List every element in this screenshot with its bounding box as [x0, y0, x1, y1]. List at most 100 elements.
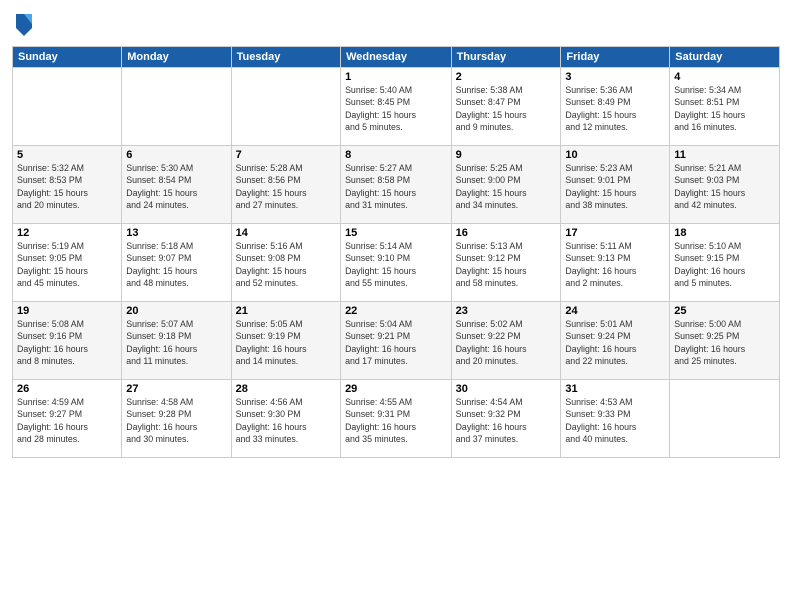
- weekday-header-monday: Monday: [122, 47, 231, 68]
- calendar-cell: 10Sunrise: 5:23 AM Sunset: 9:01 PM Dayli…: [561, 146, 670, 224]
- page-container: SundayMondayTuesdayWednesdayThursdayFrid…: [0, 0, 792, 612]
- day-info: Sunrise: 4:58 AM Sunset: 9:28 PM Dayligh…: [126, 396, 226, 445]
- day-info: Sunrise: 5:40 AM Sunset: 8:45 PM Dayligh…: [345, 84, 447, 133]
- day-info: Sunrise: 5:18 AM Sunset: 9:07 PM Dayligh…: [126, 240, 226, 289]
- day-info: Sunrise: 4:56 AM Sunset: 9:30 PM Dayligh…: [236, 396, 336, 445]
- calendar-cell: 29Sunrise: 4:55 AM Sunset: 9:31 PM Dayli…: [341, 380, 452, 458]
- calendar-cell: 27Sunrise: 4:58 AM Sunset: 9:28 PM Dayli…: [122, 380, 231, 458]
- calendar-cell: [670, 380, 780, 458]
- day-number: 2: [456, 71, 557, 83]
- day-number: 17: [565, 227, 665, 239]
- calendar-cell: 1Sunrise: 5:40 AM Sunset: 8:45 PM Daylig…: [341, 68, 452, 146]
- day-number: 15: [345, 227, 447, 239]
- weekday-header-tuesday: Tuesday: [231, 47, 340, 68]
- calendar-cell: 26Sunrise: 4:59 AM Sunset: 9:27 PM Dayli…: [13, 380, 122, 458]
- day-info: Sunrise: 5:08 AM Sunset: 9:16 PM Dayligh…: [17, 318, 117, 367]
- weekday-header-friday: Friday: [561, 47, 670, 68]
- day-number: 9: [456, 149, 557, 161]
- day-info: Sunrise: 5:14 AM Sunset: 9:10 PM Dayligh…: [345, 240, 447, 289]
- calendar-cell: 9Sunrise: 5:25 AM Sunset: 9:00 PM Daylig…: [451, 146, 561, 224]
- calendar-cell: 12Sunrise: 5:19 AM Sunset: 9:05 PM Dayli…: [13, 224, 122, 302]
- day-info: Sunrise: 5:02 AM Sunset: 9:22 PM Dayligh…: [456, 318, 557, 367]
- calendar-cell: 8Sunrise: 5:27 AM Sunset: 8:58 PM Daylig…: [341, 146, 452, 224]
- day-info: Sunrise: 5:16 AM Sunset: 9:08 PM Dayligh…: [236, 240, 336, 289]
- day-info: Sunrise: 5:19 AM Sunset: 9:05 PM Dayligh…: [17, 240, 117, 289]
- day-info: Sunrise: 5:05 AM Sunset: 9:19 PM Dayligh…: [236, 318, 336, 367]
- calendar-cell: 4Sunrise: 5:34 AM Sunset: 8:51 PM Daylig…: [670, 68, 780, 146]
- logo-icon: [12, 10, 36, 38]
- day-number: 4: [674, 71, 775, 83]
- calendar-cell: 18Sunrise: 5:10 AM Sunset: 9:15 PM Dayli…: [670, 224, 780, 302]
- weekday-header-sunday: Sunday: [13, 47, 122, 68]
- calendar-table: SundayMondayTuesdayWednesdayThursdayFrid…: [12, 46, 780, 458]
- day-number: 8: [345, 149, 447, 161]
- day-number: 23: [456, 305, 557, 317]
- day-info: Sunrise: 4:59 AM Sunset: 9:27 PM Dayligh…: [17, 396, 117, 445]
- calendar-cell: 31Sunrise: 4:53 AM Sunset: 9:33 PM Dayli…: [561, 380, 670, 458]
- calendar-cell: 28Sunrise: 4:56 AM Sunset: 9:30 PM Dayli…: [231, 380, 340, 458]
- day-number: 21: [236, 305, 336, 317]
- day-number: 28: [236, 383, 336, 395]
- calendar-cell: 20Sunrise: 5:07 AM Sunset: 9:18 PM Dayli…: [122, 302, 231, 380]
- day-info: Sunrise: 5:21 AM Sunset: 9:03 PM Dayligh…: [674, 162, 775, 211]
- calendar-week-row: 12Sunrise: 5:19 AM Sunset: 9:05 PM Dayli…: [13, 224, 780, 302]
- calendar-cell: [122, 68, 231, 146]
- day-info: Sunrise: 4:54 AM Sunset: 9:32 PM Dayligh…: [456, 396, 557, 445]
- day-number: 1: [345, 71, 447, 83]
- day-info: Sunrise: 5:28 AM Sunset: 8:56 PM Dayligh…: [236, 162, 336, 211]
- day-number: 7: [236, 149, 336, 161]
- calendar-cell: 19Sunrise: 5:08 AM Sunset: 9:16 PM Dayli…: [13, 302, 122, 380]
- day-number: 18: [674, 227, 775, 239]
- calendar-cell: 5Sunrise: 5:32 AM Sunset: 8:53 PM Daylig…: [13, 146, 122, 224]
- calendar-cell: 24Sunrise: 5:01 AM Sunset: 9:24 PM Dayli…: [561, 302, 670, 380]
- day-number: 5: [17, 149, 117, 161]
- day-info: Sunrise: 5:10 AM Sunset: 9:15 PM Dayligh…: [674, 240, 775, 289]
- day-number: 27: [126, 383, 226, 395]
- day-info: Sunrise: 5:38 AM Sunset: 8:47 PM Dayligh…: [456, 84, 557, 133]
- calendar-cell: 16Sunrise: 5:13 AM Sunset: 9:12 PM Dayli…: [451, 224, 561, 302]
- day-info: Sunrise: 5:07 AM Sunset: 9:18 PM Dayligh…: [126, 318, 226, 367]
- day-info: Sunrise: 4:53 AM Sunset: 9:33 PM Dayligh…: [565, 396, 665, 445]
- day-info: Sunrise: 5:23 AM Sunset: 9:01 PM Dayligh…: [565, 162, 665, 211]
- day-number: 20: [126, 305, 226, 317]
- day-info: Sunrise: 5:00 AM Sunset: 9:25 PM Dayligh…: [674, 318, 775, 367]
- day-number: 31: [565, 383, 665, 395]
- day-number: 13: [126, 227, 226, 239]
- day-number: 16: [456, 227, 557, 239]
- calendar-cell: 25Sunrise: 5:00 AM Sunset: 9:25 PM Dayli…: [670, 302, 780, 380]
- calendar-cell: 13Sunrise: 5:18 AM Sunset: 9:07 PM Dayli…: [122, 224, 231, 302]
- day-number: 14: [236, 227, 336, 239]
- calendar-cell: 23Sunrise: 5:02 AM Sunset: 9:22 PM Dayli…: [451, 302, 561, 380]
- day-number: 10: [565, 149, 665, 161]
- day-info: Sunrise: 5:13 AM Sunset: 9:12 PM Dayligh…: [456, 240, 557, 289]
- calendar-cell: 2Sunrise: 5:38 AM Sunset: 8:47 PM Daylig…: [451, 68, 561, 146]
- day-number: 29: [345, 383, 447, 395]
- day-info: Sunrise: 4:55 AM Sunset: 9:31 PM Dayligh…: [345, 396, 447, 445]
- day-number: 26: [17, 383, 117, 395]
- weekday-header-wednesday: Wednesday: [341, 47, 452, 68]
- calendar-cell: 14Sunrise: 5:16 AM Sunset: 9:08 PM Dayli…: [231, 224, 340, 302]
- calendar-cell: [13, 68, 122, 146]
- calendar-cell: [231, 68, 340, 146]
- logo: [12, 10, 38, 38]
- day-number: 24: [565, 305, 665, 317]
- day-number: 22: [345, 305, 447, 317]
- calendar-cell: 6Sunrise: 5:30 AM Sunset: 8:54 PM Daylig…: [122, 146, 231, 224]
- weekday-header-saturday: Saturday: [670, 47, 780, 68]
- day-number: 12: [17, 227, 117, 239]
- weekday-header-thursday: Thursday: [451, 47, 561, 68]
- day-info: Sunrise: 5:04 AM Sunset: 9:21 PM Dayligh…: [345, 318, 447, 367]
- calendar-cell: 15Sunrise: 5:14 AM Sunset: 9:10 PM Dayli…: [341, 224, 452, 302]
- day-number: 11: [674, 149, 775, 161]
- day-info: Sunrise: 5:34 AM Sunset: 8:51 PM Dayligh…: [674, 84, 775, 133]
- header: [12, 10, 780, 38]
- calendar-cell: 17Sunrise: 5:11 AM Sunset: 9:13 PM Dayli…: [561, 224, 670, 302]
- day-number: 30: [456, 383, 557, 395]
- day-info: Sunrise: 5:25 AM Sunset: 9:00 PM Dayligh…: [456, 162, 557, 211]
- day-number: 25: [674, 305, 775, 317]
- calendar-week-row: 1Sunrise: 5:40 AM Sunset: 8:45 PM Daylig…: [13, 68, 780, 146]
- calendar-cell: 21Sunrise: 5:05 AM Sunset: 9:19 PM Dayli…: [231, 302, 340, 380]
- calendar-week-row: 5Sunrise: 5:32 AM Sunset: 8:53 PM Daylig…: [13, 146, 780, 224]
- calendar-cell: 11Sunrise: 5:21 AM Sunset: 9:03 PM Dayli…: [670, 146, 780, 224]
- day-number: 3: [565, 71, 665, 83]
